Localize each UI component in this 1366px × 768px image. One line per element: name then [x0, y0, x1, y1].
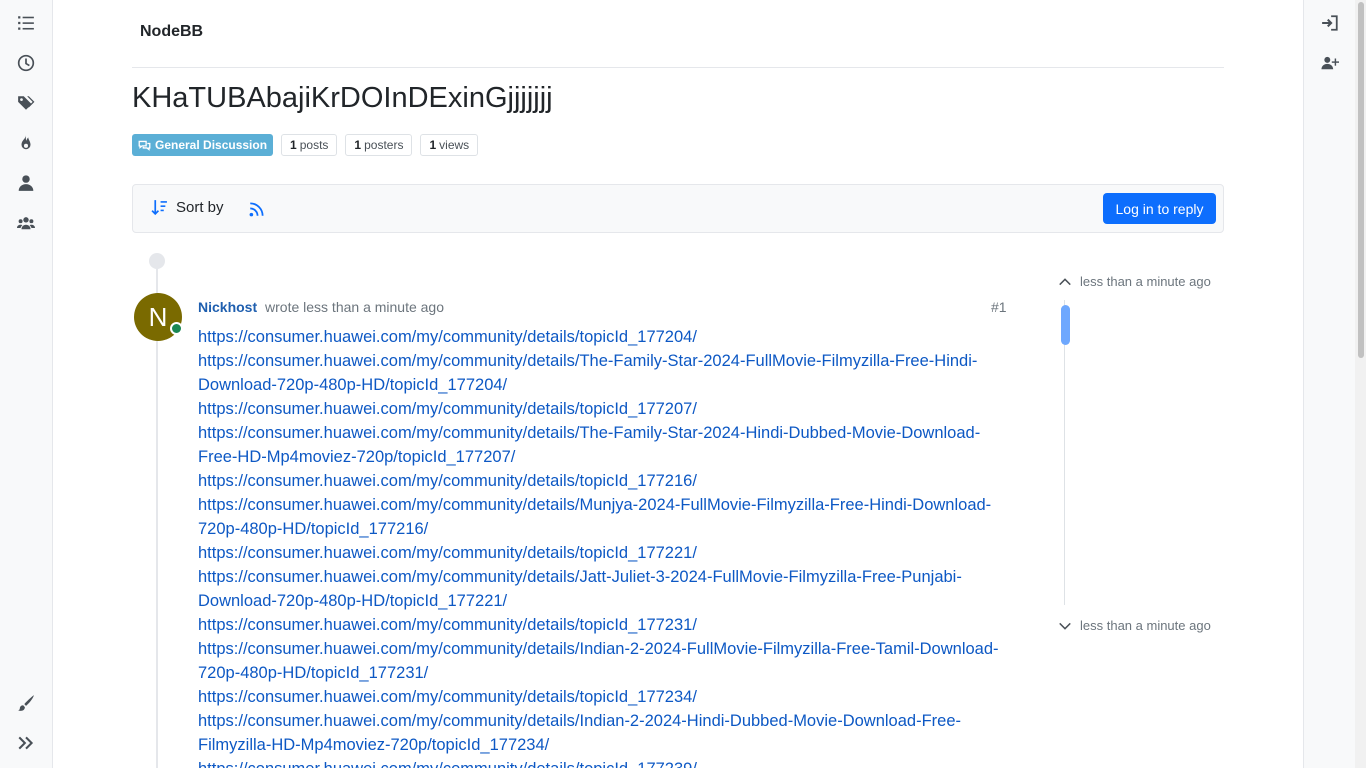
pagination-last-label: less than a minute ago [1080, 618, 1211, 633]
log-in-to-reply-button[interactable]: Log in to reply [1103, 193, 1216, 224]
post-link[interactable]: https://consumer.huawei.com/my/community… [198, 421, 1018, 469]
posters-count: 1 [354, 138, 362, 152]
post-header: Nickhost wrote less than a minute ago [198, 299, 444, 315]
post-link[interactable]: https://consumer.huawei.com/my/community… [198, 469, 1018, 493]
post-link[interactable]: https://consumer.huawei.com/my/community… [198, 325, 1018, 349]
category-badge[interactable]: General Discussion [132, 134, 274, 156]
fire-icon[interactable] [14, 131, 38, 155]
user-plus-icon[interactable] [1318, 51, 1342, 75]
brush-icon[interactable] [14, 691, 38, 715]
pagination-handle[interactable] [1061, 305, 1070, 345]
views-label: views [439, 138, 470, 152]
tags-icon[interactable] [14, 91, 38, 115]
post-link[interactable]: https://consumer.huawei.com/my/community… [198, 397, 1018, 421]
topic-title: KHaTUBAbajiKrDOInDExinGjjjjjjj [132, 82, 553, 114]
list-icon[interactable] [14, 11, 38, 35]
posts-stat: 1 posts [281, 134, 338, 156]
post-link[interactable]: https://consumer.huawei.com/my/community… [198, 493, 1018, 541]
sort-button[interactable]: Sort by [151, 199, 224, 216]
user-icon[interactable] [14, 171, 38, 195]
pagination-last[interactable]: less than a minute ago [1058, 618, 1211, 633]
post-index[interactable]: #1 [991, 299, 1007, 315]
post-author[interactable]: Nickhost [198, 299, 257, 315]
rss-icon[interactable] [248, 200, 266, 218]
posts-label: posts [299, 138, 329, 152]
online-status-dot [170, 322, 183, 335]
left-sidebar [0, 0, 53, 768]
sort-icon [151, 200, 167, 216]
post-link[interactable]: https://consumer.huawei.com/my/community… [198, 757, 1018, 768]
topic-toolbar: Sort by Log in to reply [132, 184, 1224, 233]
post-link[interactable]: https://consumer.huawei.com/my/community… [198, 349, 1018, 397]
header-divider [132, 67, 1224, 68]
chevron-up-icon [1059, 277, 1071, 285]
sort-label: Sort by [176, 199, 224, 216]
double-chevron-right-icon[interactable] [14, 731, 38, 755]
post-content: https://consumer.huawei.com/my/community… [198, 325, 1018, 768]
post-link[interactable]: https://consumer.huawei.com/my/community… [198, 565, 1018, 613]
post-timestamp[interactable]: wrote less than a minute ago [265, 299, 444, 315]
post-link[interactable]: https://consumer.huawei.com/my/community… [198, 637, 1018, 685]
post-link[interactable]: https://consumer.huawei.com/my/community… [198, 685, 1018, 709]
posts-count: 1 [290, 138, 297, 152]
pagination-first-label: less than a minute ago [1080, 274, 1211, 289]
post-link[interactable]: https://consumer.huawei.com/my/community… [198, 613, 1018, 637]
page-scrollbar[interactable] [1355, 0, 1366, 768]
post-link[interactable]: https://consumer.huawei.com/my/community… [198, 709, 1018, 757]
users-icon[interactable] [14, 211, 38, 235]
views-stat: 1 views [420, 134, 479, 156]
category-label: General Discussion [155, 138, 268, 152]
clock-icon[interactable] [14, 51, 38, 75]
chevron-down-icon [1059, 622, 1071, 630]
brand-title[interactable]: NodeBB [140, 23, 203, 41]
topic-meta: General Discussion 1 posts 1 posters 1 v… [132, 134, 479, 156]
login-icon[interactable] [1318, 11, 1342, 35]
pagination-rail[interactable] [1064, 300, 1065, 605]
timeline-start-dot [149, 253, 165, 269]
right-sidebar [1303, 0, 1355, 768]
pagination-first[interactable]: less than a minute ago [1058, 274, 1211, 289]
views-count: 1 [429, 138, 437, 152]
timeline-line [156, 268, 158, 768]
posters-stat: 1 posters [345, 134, 413, 156]
post-link[interactable]: https://consumer.huawei.com/my/community… [198, 541, 1018, 565]
scrollbar-thumb[interactable] [1358, 2, 1364, 358]
comments-icon [138, 140, 151, 151]
posters-label: posters [364, 138, 404, 152]
